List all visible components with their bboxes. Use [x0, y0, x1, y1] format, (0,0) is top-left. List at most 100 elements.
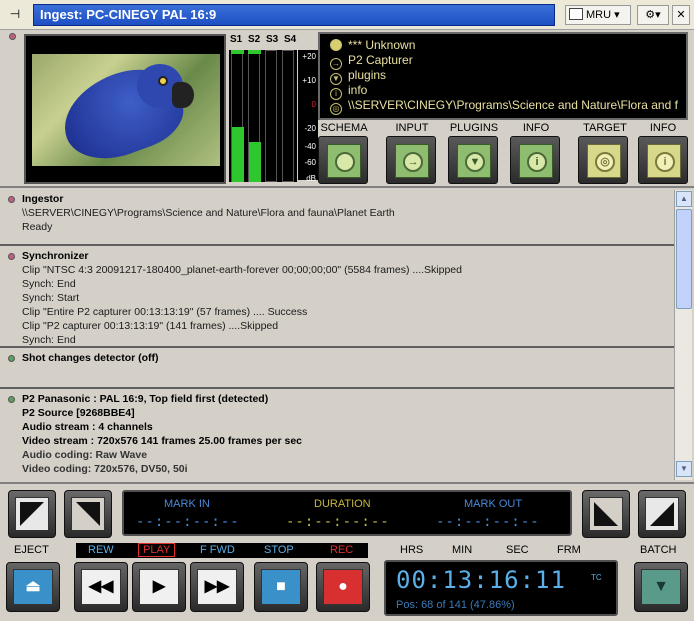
pin-icon[interactable]: ⊣ [4, 5, 26, 23]
meter-track-s4 [282, 50, 294, 182]
log-scrollbar[interactable]: ▲ ▼ [674, 190, 692, 480]
stop-label: STOP [264, 544, 294, 556]
db-tick: +10 [302, 76, 316, 85]
meter-label-s1: S1 [230, 34, 243, 45]
input-button[interactable]: → [386, 136, 436, 184]
hrs-label: HRS [400, 544, 424, 556]
input-label: INPUT [395, 122, 429, 134]
rewind-button[interactable]: ◀◀ [74, 562, 128, 612]
mru-dropdown[interactable]: MRU ▾ [565, 5, 631, 25]
mru-label: MRU [586, 9, 612, 21]
log-line: Synch: End [22, 278, 76, 290]
scroll-down-icon[interactable]: ▼ [676, 461, 692, 477]
record-button[interactable]: ● [316, 562, 370, 612]
info-text: info [348, 83, 368, 97]
log-line: \\SERVER\CINEGY\Programs\Science and Nat… [22, 207, 395, 219]
record-icon: ● [323, 569, 363, 605]
mark-in-label: MARK IN [164, 498, 210, 510]
goto-mark-out-button[interactable] [582, 490, 630, 538]
mark-display: MARK IN --:--:--:-- DURATION --:--:--:--… [122, 490, 572, 536]
log-section-synchronizer: Synchronizer Clip "NTSC 4:3 20091217-180… [0, 247, 674, 348]
mark-out-icon [645, 497, 679, 531]
rew-label: REW [88, 544, 114, 556]
shot-detector-led [8, 355, 15, 362]
db-scale: +20 +10 0 -20 -40 -60 dB [298, 50, 318, 183]
info-text: *** Unknown [348, 38, 416, 52]
target-label: TARGET [583, 122, 627, 134]
play-label: PLAY [138, 543, 176, 557]
close-button[interactable]: ✕ [672, 5, 690, 25]
db-tick: dB [306, 174, 316, 183]
info-button[interactable]: i [510, 136, 560, 184]
min-label: MIN [452, 544, 473, 556]
position-text: Pos: 68 of 141 (47.86%) [396, 599, 515, 611]
mark-out-label: MARK OUT [464, 498, 523, 510]
meter-track-s3 [265, 50, 277, 182]
info-text: plugins [348, 68, 387, 82]
target-icon: ◎ [330, 103, 342, 115]
plugins-button[interactable]: ▼ [448, 136, 498, 184]
scroll-up-icon[interactable]: ▲ [676, 191, 692, 207]
info-row: → P2 Capturer [330, 53, 686, 70]
target-icon: ◎ [595, 152, 615, 172]
mark-in-value: --:--:--:-- [136, 514, 240, 530]
goto-mark-in-icon [71, 497, 105, 531]
db-tick: -20 [304, 124, 316, 133]
goto-mark-in-button[interactable] [64, 490, 112, 538]
log-line: Clip "P2 capturer 00:13:13:19" (141 fram… [22, 320, 279, 332]
unknown-icon [330, 39, 342, 51]
log-line: Video coding: 720x576, DV50, 50i [22, 463, 188, 475]
info2-button[interactable]: i [638, 136, 688, 184]
set-mark-out-button[interactable] [638, 490, 686, 538]
plugins-down-icon: ▼ [465, 152, 485, 172]
target-button[interactable]: ◎ [578, 136, 628, 184]
scroll-thumb[interactable] [676, 209, 692, 309]
batch-label: BATCH [640, 544, 677, 556]
timecode-value: 00:13:16:11 [396, 566, 566, 594]
info-face: i [519, 144, 553, 178]
target-face: ◎ [587, 144, 621, 178]
duration-label: DURATION [314, 498, 371, 510]
settings-dropdown-button[interactable]: ⚙▾ [637, 5, 669, 25]
info2-label: INFO [649, 122, 677, 134]
rewind-icon: ◀◀ [81, 569, 121, 605]
eject-button[interactable]: ⏏ [6, 562, 60, 612]
schema-button[interactable] [318, 136, 368, 184]
info-row: *** Unknown [330, 38, 686, 53]
status-led [9, 33, 16, 40]
log-line: Audio coding: Raw Wave [22, 449, 148, 461]
log-panel: Ingestor \\SERVER\CINEGY\Programs\Scienc… [0, 190, 674, 480]
info-text: \\SERVER\CINEGY\Programs\Science and Nat… [348, 98, 678, 112]
stop-button[interactable]: ■ [254, 562, 308, 612]
db-tick: -40 [304, 142, 316, 151]
timecode-tag: TC [591, 573, 602, 582]
log-title: Synchronizer [22, 250, 89, 262]
log-section-shot-detector: Shot changes detector (off) [0, 349, 674, 389]
set-mark-in-button[interactable] [8, 490, 56, 538]
log-section-p2: P2 Panasonic : PAL 16:9, Top field first… [0, 390, 674, 480]
log-line: Audio stream : 4 channels [22, 421, 153, 433]
stop-icon: ■ [261, 569, 301, 605]
fast-forward-button[interactable]: ▶▶ [190, 562, 244, 612]
info-i-icon: i [527, 152, 547, 172]
db-tick: 0 [311, 100, 316, 109]
fast-forward-icon: ▶▶ [197, 569, 237, 605]
video-frame [32, 54, 220, 166]
p2-led [8, 396, 15, 403]
log-line: Ready [22, 221, 53, 233]
batch-icon: ▼ [641, 569, 681, 605]
meter-peak-s1 [231, 50, 244, 54]
eject-icon: ⏏ [13, 569, 53, 605]
info-box: *** Unknown → P2 Capturer ▼ plugins i info … [318, 32, 688, 120]
synchronizer-led [8, 253, 15, 260]
batch-button[interactable]: ▼ [634, 562, 688, 612]
log-line: Synch: End [22, 334, 76, 346]
play-button[interactable]: ▶ [132, 562, 186, 612]
log-title: Shot changes detector (off) [22, 352, 159, 364]
parrot-eye-shape [158, 76, 168, 86]
meter-peak-s2 [248, 50, 261, 54]
log-line: P2 Source [9268BBE4] [22, 407, 135, 419]
log-section-ingestor: Ingestor \\SERVER\CINEGY\Programs\Scienc… [0, 190, 674, 246]
plugins-label: PLUGINS [449, 122, 499, 134]
video-preview [24, 34, 226, 184]
